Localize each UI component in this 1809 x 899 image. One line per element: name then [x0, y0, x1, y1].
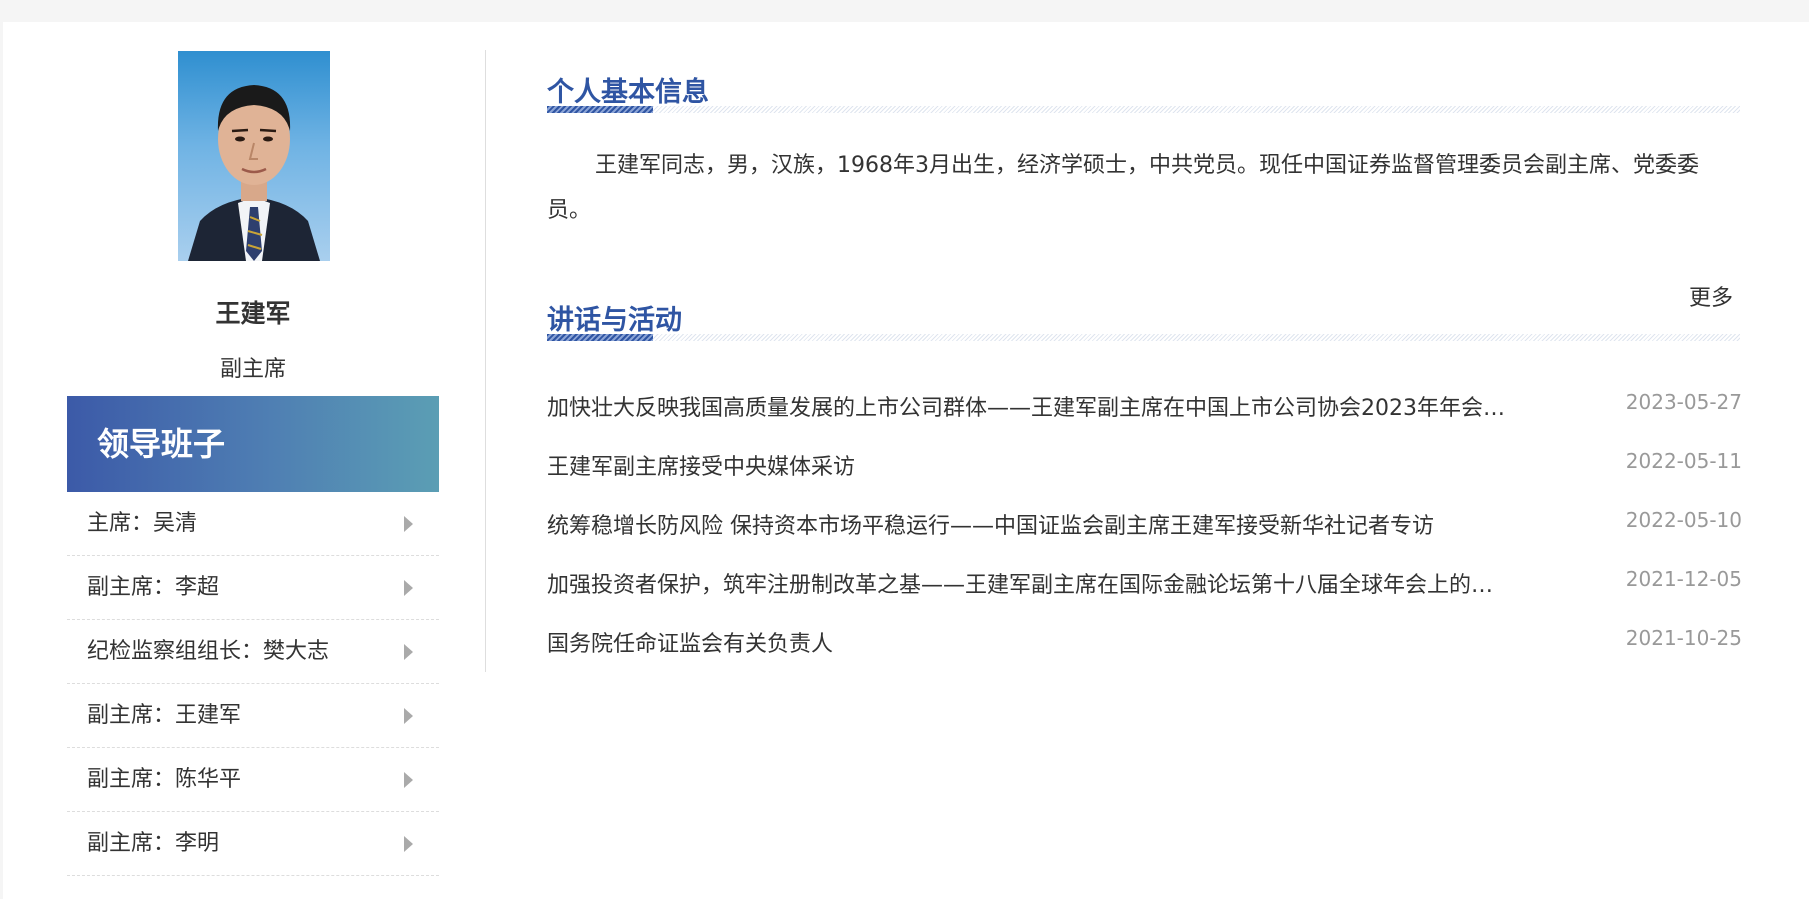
team-item-label: 纪检监察组组长：樊大志 — [87, 639, 330, 664]
activities-list: 加快壮大反映我国高质量发展的上市公司群体——王建军副主席在中国上市公司协会202… — [547, 380, 1742, 675]
news-title[interactable]: 王建军副主席接受中央媒体采访 — [547, 449, 1507, 481]
portrait-image — [188, 85, 320, 261]
news-title[interactable]: 加强投资者保护，筑牢注册制改革之基——王建军副主席在国际金融论坛第十八届全球年会… — [547, 567, 1507, 599]
chevron-right-icon — [404, 516, 413, 532]
leader-name: 王建军 — [215, 299, 291, 328]
team-item-label: 副主席：李明 — [87, 831, 220, 856]
team-item-discipline-inspection-head[interactable]: 纪检监察组组长：樊大志 — [67, 620, 439, 684]
team-item-label: 副主席：王建军 — [87, 703, 242, 728]
chevron-right-icon — [404, 772, 413, 788]
chevron-right-icon — [404, 644, 413, 660]
news-date: 2022-05-11 — [1625, 449, 1742, 473]
leadership-team-list: 主席：吴清 副主席：李超 纪检监察组组长：樊大志 副主席：王建军 副主席：陈华平… — [67, 492, 439, 876]
list-item[interactable]: 加快壮大反映我国高质量发展的上市公司群体——王建军副主席在中国上市公司协会202… — [547, 380, 1742, 439]
team-item-label: 主席：吴清 — [87, 511, 198, 536]
news-title[interactable]: 加快壮大反映我国高质量发展的上市公司群体——王建军副主席在中国上市公司协会202… — [547, 390, 1507, 422]
chevron-right-icon — [404, 580, 413, 596]
biography-text: 王建军同志，男，汉族，1968年3月出生，经济学硕士，中共党员。现任中国证券监督… — [547, 153, 1699, 223]
leader-title: 副主席 — [219, 357, 286, 382]
team-item-label: 副主席：李超 — [87, 575, 220, 600]
team-item-vice-chairman-li-ming[interactable]: 副主席：李明 — [67, 812, 439, 876]
chevron-right-icon — [404, 708, 413, 724]
rule-accent — [547, 334, 653, 341]
basic-info-title: 个人基本信息 — [547, 77, 709, 108]
news-title[interactable]: 国务院任命证监会有关负责人 — [547, 626, 1507, 658]
team-item-vice-chairman-chen-huaping[interactable]: 副主席：陈华平 — [67, 748, 439, 812]
list-item[interactable]: 王建军副主席接受中央媒体采访 2022-05-11 — [547, 439, 1742, 498]
news-date: 2023-05-27 — [1625, 390, 1742, 414]
chevron-right-icon — [404, 836, 413, 852]
activities-title: 讲话与活动 — [547, 305, 682, 336]
team-item-vice-chairman-wang-jianjun[interactable]: 副主席：王建军 — [67, 684, 439, 748]
news-date: 2021-10-25 — [1625, 626, 1742, 650]
basic-info-rule — [547, 106, 1740, 113]
leader-portrait — [178, 51, 330, 261]
leadership-team-header: 领导班子 — [67, 396, 439, 492]
left-column: 王建军 副主席 领导班子 主席：吴清 副主席：李超 纪检监察组组长：樊大志 副主… — [3, 22, 493, 899]
list-item[interactable]: 加强投资者保护，筑牢注册制改革之基——王建军副主席在国际金融论坛第十八届全球年会… — [547, 557, 1742, 616]
team-item-label: 副主席：陈华平 — [87, 767, 242, 792]
activities-rule — [547, 334, 1740, 341]
team-item-chairman[interactable]: 主席：吴清 — [67, 492, 439, 556]
news-title[interactable]: 统筹稳增长防风险 保持资本市场平稳运行——中国证监会副主席王建军接受新华社记者专… — [547, 508, 1507, 540]
more-link[interactable]: 更多 — [1689, 280, 1733, 312]
team-item-vice-chairman-li-chao[interactable]: 副主席：李超 — [67, 556, 439, 620]
page: 王建军 副主席 领导班子 主席：吴清 副主席：李超 纪检监察组组长：樊大志 副主… — [3, 22, 1809, 899]
rule-accent — [547, 106, 653, 113]
news-date: 2022-05-10 — [1625, 508, 1742, 532]
list-item[interactable]: 统筹稳增长防风险 保持资本市场平稳运行——中国证监会副主席王建军接受新华社记者专… — [547, 498, 1742, 557]
list-item[interactable]: 国务院任命证监会有关负责人 2021-10-25 — [547, 616, 1742, 675]
column-divider — [485, 50, 486, 672]
news-date: 2021-12-05 — [1625, 567, 1742, 591]
